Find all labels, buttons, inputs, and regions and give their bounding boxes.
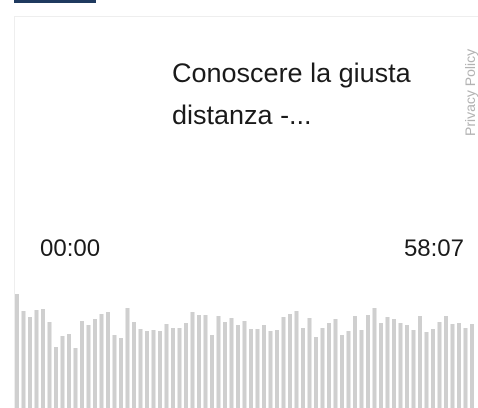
waveform-bar xyxy=(54,347,58,408)
panel-top-border xyxy=(14,16,478,17)
waveform-bar xyxy=(366,315,370,408)
waveform-bar xyxy=(294,311,299,408)
waveform-bar xyxy=(470,324,474,408)
waveform-bar xyxy=(34,310,39,408)
waveform-bar xyxy=(418,316,422,408)
waveform-bar xyxy=(145,331,149,408)
waveform-bar xyxy=(288,314,292,408)
waveform-bar xyxy=(444,316,448,408)
waveform-bar xyxy=(379,323,383,408)
waveform-bar xyxy=(138,329,143,408)
waveform-bar xyxy=(385,317,390,408)
waveform-bar xyxy=(307,318,312,408)
waveform-bar xyxy=(41,309,45,408)
current-time: 00:00 xyxy=(40,235,101,262)
waveform-bar xyxy=(190,312,195,408)
waveform-bar xyxy=(15,294,19,408)
waveform-bar xyxy=(132,322,136,408)
total-duration: 58:07 xyxy=(403,235,464,262)
waveform-bar xyxy=(158,331,162,408)
waveform-bar xyxy=(405,325,409,408)
waveform-bar xyxy=(86,325,91,408)
waveform-bar xyxy=(314,337,318,408)
episode-title: Conoscere la giusta distanza -... xyxy=(172,58,411,130)
waveform-bar xyxy=(327,323,331,408)
waveform-bar xyxy=(164,324,169,408)
waveform-bar xyxy=(268,331,273,408)
waveform-bar xyxy=(457,323,461,408)
waveform-bar xyxy=(450,324,455,408)
waveform-bar xyxy=(372,308,377,408)
waveform-bar xyxy=(236,325,240,408)
waveform-bar xyxy=(184,323,188,408)
waveform-bar xyxy=(255,329,260,408)
waveform-bar xyxy=(216,316,221,408)
waveform-bar xyxy=(463,328,468,408)
waveform-bar xyxy=(392,319,396,408)
waveform-bar xyxy=(177,328,182,408)
waveform-bar xyxy=(333,319,338,408)
waveform-bar xyxy=(229,318,234,408)
waveform-bar xyxy=(60,336,65,408)
waveform-bar xyxy=(223,322,227,408)
waveform-bar xyxy=(93,319,97,408)
waveform-bar xyxy=(106,312,110,408)
privacy-policy-link[interactable]: Privacy Policy xyxy=(462,28,478,136)
waveform-bar xyxy=(301,328,305,408)
waveform-bar xyxy=(21,311,26,408)
waveform-bar xyxy=(125,308,130,408)
waveform-bar xyxy=(80,321,84,408)
waveform-bar xyxy=(249,329,253,408)
waveform-bar xyxy=(112,335,117,408)
waveform-bar xyxy=(67,334,71,408)
waveform-bar xyxy=(203,315,208,408)
waveform-bar xyxy=(210,335,214,408)
waveform-bar xyxy=(262,325,266,408)
waveform-bar xyxy=(359,330,364,408)
waveform-bar xyxy=(424,332,429,408)
waveform-bar xyxy=(398,323,403,408)
waveform-bar xyxy=(47,322,52,408)
audio-waveform-seekbar[interactable] xyxy=(14,286,478,408)
header-accent-bar xyxy=(14,0,96,3)
waveform-bar xyxy=(28,317,32,408)
waveform-bar xyxy=(197,315,201,408)
waveform-bar xyxy=(151,330,156,408)
waveform-bar xyxy=(281,317,286,408)
waveform-bar xyxy=(346,331,351,408)
waveform-bar xyxy=(171,328,175,408)
waveform-bar xyxy=(437,322,442,408)
waveform-bar xyxy=(353,316,357,408)
waveform-bar xyxy=(320,328,325,408)
waveform-bar xyxy=(340,335,344,408)
waveform-bar xyxy=(242,321,247,408)
waveform-bar xyxy=(431,329,435,408)
waveform-bar xyxy=(411,330,416,408)
waveform-bar xyxy=(99,314,104,408)
waveform-bar xyxy=(73,348,78,408)
waveform-bar xyxy=(119,338,123,408)
waveform-bar xyxy=(275,330,279,408)
